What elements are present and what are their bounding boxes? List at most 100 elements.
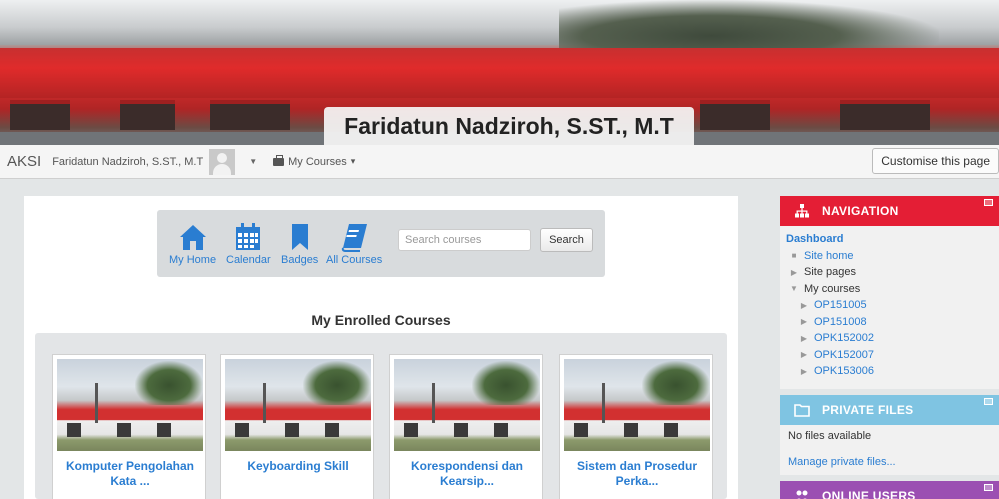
triangle-right-icon: ▶ [800,300,808,310]
manage-private-files-link[interactable]: Manage private files... [788,456,999,468]
home-icon [179,225,206,250]
nav-item-label[interactable]: OP151008 [814,316,867,328]
nav-item-label[interactable]: Dashboard [786,233,843,245]
thumb-window [404,423,418,437]
thumb-window [494,423,508,437]
brand-link[interactable]: AKSI [7,153,41,170]
banner-wall [0,48,999,98]
private-files-block: PRIVATE FILES No files available Manage … [780,395,999,475]
customise-page-button[interactable]: Customise this page [872,148,999,174]
triangle-right-icon: ▶ [800,317,808,327]
thumb-window [67,423,81,437]
thumb-tree [135,361,203,405]
quick-link-label: Calendar [226,254,271,266]
thumb-window [574,423,588,437]
quick-link-label: All Courses [326,254,383,266]
avatar[interactable] [209,148,236,175]
nav-item-my-courses[interactable]: ▼ My courses [786,281,999,298]
navigation-block-title: NAVIGATION [822,204,899,218]
course-title[interactable]: Sistem dan Prosedur Perka... [564,459,710,489]
triangle-down-icon: ▼ [790,284,798,294]
nav-item-label[interactable]: Site home [804,250,854,262]
site-owner-name: Faridatun Nadziroh, S.ST., M.T [324,107,694,145]
nav-item-label[interactable]: OPK152002 [814,332,874,344]
nav-item-course[interactable]: ▶ OPK152002 [786,330,999,347]
nav-item-label[interactable]: OPK152007 [814,349,874,361]
banner-window [210,100,290,130]
my-courses-menu[interactable]: My Courses ▾ [273,154,356,168]
course-card[interactable]: Komputer Pengolahan Kata ... [52,354,206,499]
private-files-block-header: PRIVATE FILES [780,395,999,425]
thumb-tree [472,361,540,405]
triangle-right-icon: ▶ [790,267,798,277]
thumb-window [117,423,131,437]
triangle-right-icon: ▶ [800,333,808,343]
course-list: Komputer Pengolahan Kata ... Keyboarding… [35,333,727,499]
banner-window [840,100,930,130]
quick-link-label: Badges [281,254,319,266]
private-files-block-title: PRIVATE FILES [822,403,914,417]
nav-item-label[interactable]: My courses [804,283,860,295]
thumb-window [157,423,171,437]
quick-link-all-courses[interactable]: All Courses [326,222,382,266]
collapse-icon[interactable] [984,199,993,206]
nav-item-course[interactable]: ▶ OP151008 [786,314,999,331]
calendar-icon [236,223,261,250]
course-title[interactable]: Komputer Pengolahan Kata ... [57,459,203,489]
header-banner: Faridatun Nadziroh, S.ST., M.T [0,0,999,145]
course-thumbnail[interactable] [57,359,203,451]
nav-item-label[interactable]: Site pages [804,266,856,278]
users-icon [794,488,810,499]
banner-window [10,100,70,130]
course-thumbnail[interactable] [564,359,710,451]
thumb-window [624,423,638,437]
online-users-block-header: ONLINE USERS [780,481,999,499]
nav-item-site-pages[interactable]: ▶ Site pages [786,264,999,281]
quick-link-badges[interactable]: Badges [281,222,318,266]
thumb-window [325,423,339,437]
thumb-pole [95,383,98,423]
folder-icon [794,402,810,418]
banner-window [120,100,175,130]
course-thumbnail[interactable] [225,359,371,451]
quick-links-bar: My Home Calendar Badges All Courses Sear… [157,210,605,277]
course-card[interactable]: Keyboarding Skill [220,354,374,499]
book-icon [341,224,368,252]
nav-item-label[interactable]: OP151005 [814,299,867,311]
course-card[interactable]: Korespondensi dan Kearsip... [389,354,543,499]
online-users-block: ONLINE USERS [780,481,999,499]
user-name[interactable]: Faridatun Nadziroh, S.ST., M.T [52,156,203,168]
triangle-right-icon: ▶ [800,366,808,376]
search-button[interactable]: Search [540,228,593,252]
square-bullet-icon: ■ [791,251,797,261]
navigation-block-header: NAVIGATION [780,196,999,226]
chevron-down-icon: ▾ [350,156,356,166]
bookmark-icon [291,224,308,250]
nav-item-dashboard[interactable]: Dashboard [786,231,999,248]
quick-link-calendar[interactable]: Calendar [226,222,271,266]
nav-item-course[interactable]: ▶ OPK152007 [786,347,999,364]
course-card[interactable]: Sistem dan Prosedur Perka... [559,354,713,499]
collapse-icon[interactable] [984,484,993,491]
thumb-window [454,423,468,437]
search-courses-input[interactable] [398,229,531,251]
thumb-pole [263,383,266,423]
navigation-tree: Dashboard ■ Site home ▶ Site pages ▼ My cou… [780,226,999,380]
nav-item-label[interactable]: OPK153006 [814,365,874,377]
course-title[interactable]: Keyboarding Skill [225,459,371,474]
sitemap-icon [794,203,810,219]
nav-item-site-home[interactable]: ■ Site home [786,248,999,265]
course-thumbnail[interactable] [394,359,540,451]
quick-link-my-home[interactable]: My Home [169,222,216,266]
top-navbar: AKSI Faridatun Nadziroh, S.ST., M.T ▼ My… [0,145,999,179]
nav-item-course[interactable]: ▶ OP151005 [786,297,999,314]
collapse-icon[interactable] [984,398,993,405]
no-files-text: No files available [788,430,872,442]
thumb-window [664,423,678,437]
nav-item-course[interactable]: ▶ OPK153006 [786,363,999,380]
briefcase-icon [273,154,285,166]
private-files-content: No files available Manage private files.… [780,425,999,468]
banner-window [700,100,770,130]
user-menu-caret-icon[interactable]: ▼ [249,157,257,166]
course-title[interactable]: Korespondensi dan Kearsip... [394,459,540,489]
